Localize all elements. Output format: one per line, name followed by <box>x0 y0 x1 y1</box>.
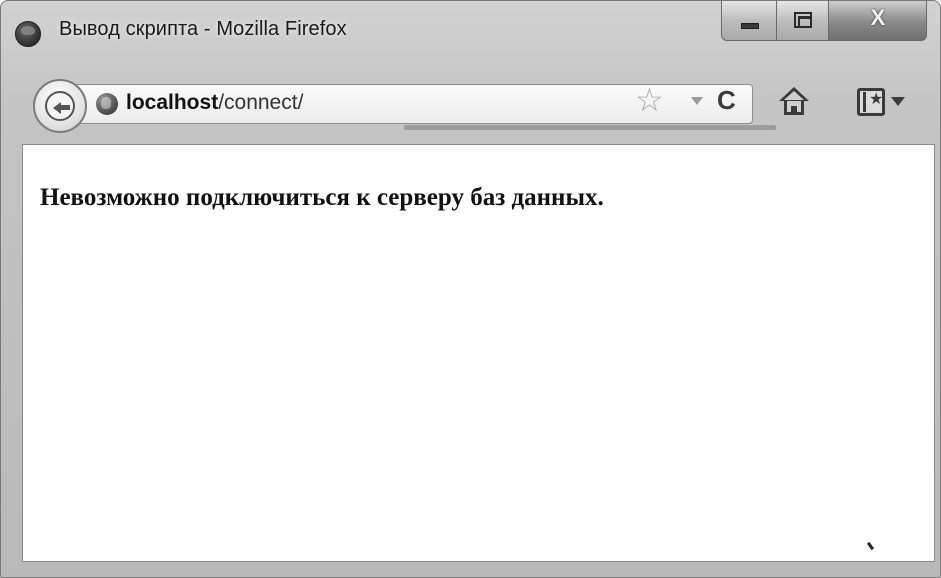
back-button[interactable] <box>33 79 87 133</box>
navigation-toolbar: localhost/connect/ ☆ C ★ <box>1 67 940 145</box>
globe-icon[interactable] <box>96 93 118 115</box>
bookmarks-menu-button[interactable]: ★ <box>857 88 913 120</box>
bookmarks-icon: ★ <box>857 88 885 116</box>
page-content: Невозможно подключиться к серверу баз да… <box>22 144 935 562</box>
error-message: Невозможно подключиться к серверу баз да… <box>40 184 604 211</box>
title-bar: Вывод скрипта - Mozilla Firefox X <box>1 1 940 67</box>
close-button[interactable]: X <box>829 1 927 41</box>
window-title: Вывод скрипта - Mozilla Firefox <box>59 18 347 40</box>
browser-window: Вывод скрипта - Mozilla Firefox X localh… <box>0 0 941 578</box>
close-icon: X <box>870 5 886 30</box>
url-path: /connect/ <box>218 91 304 114</box>
home-icon <box>779 87 809 101</box>
bookmarks-star-icon: ★ <box>869 91 884 108</box>
url-host: localhost <box>126 91 219 114</box>
url-text[interactable]: localhost/connect/ <box>126 91 303 115</box>
maximize-icon <box>794 12 812 28</box>
firefox-app-icon[interactable] <box>15 21 41 47</box>
bookmark-star-icon[interactable]: ☆ <box>635 84 664 116</box>
mouse-cursor-icon <box>866 541 875 551</box>
home-button[interactable] <box>776 85 812 121</box>
reload-icon[interactable]: C <box>717 87 736 113</box>
bookmarks-dropdown-icon <box>891 97 905 106</box>
home-icon-door <box>791 106 797 115</box>
maximize-button[interactable] <box>777 1 829 41</box>
minimize-icon <box>741 23 759 29</box>
minimize-button[interactable] <box>721 1 777 41</box>
back-arrow-icon <box>45 91 75 121</box>
url-bar-shadow <box>404 125 776 130</box>
history-dropdown-icon[interactable] <box>691 97 703 105</box>
window-controls: X <box>721 1 927 47</box>
